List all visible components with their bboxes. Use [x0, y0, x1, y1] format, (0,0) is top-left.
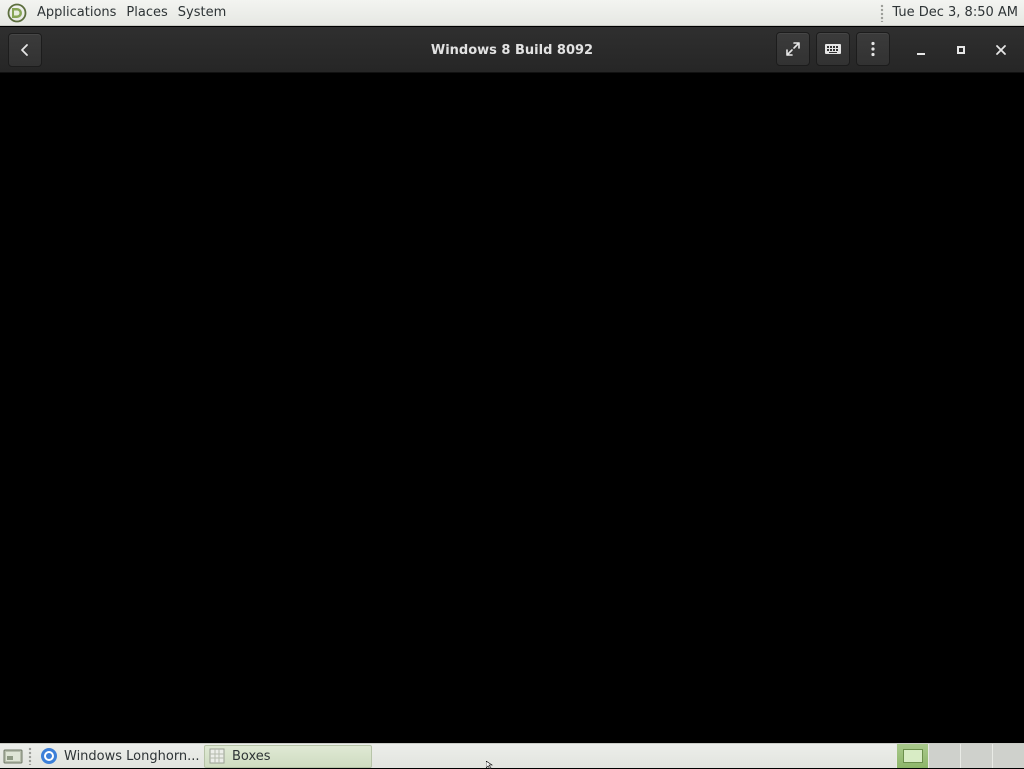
workspace-3[interactable] — [960, 744, 992, 768]
browser-icon — [40, 747, 58, 765]
taskbar-drag-handle[interactable] — [28, 747, 32, 765]
workspace-4[interactable] — [992, 744, 1024, 768]
workspace-switcher — [896, 744, 1024, 768]
boxes-app-icon — [208, 747, 226, 765]
applications-menu[interactable]: Applications — [32, 0, 121, 26]
taskbar-item-label: Boxes — [232, 748, 271, 764]
fullscreen-button[interactable] — [776, 32, 810, 66]
keyboard-button[interactable] — [816, 32, 850, 66]
menu-icon — [871, 41, 875, 57]
show-desktop-button[interactable] — [2, 745, 24, 767]
workspace-window-thumbnail — [902, 749, 923, 763]
back-icon — [21, 44, 28, 56]
taskbar-item-label: Windows Longhorn... — [64, 748, 200, 764]
system-menu[interactable]: System — [173, 0, 231, 26]
vm-display[interactable] — [0, 74, 1024, 743]
workspace-2[interactable] — [928, 744, 960, 768]
menu-button[interactable] — [856, 32, 890, 66]
bottom-panel: Windows Longhorn... Boxes — [0, 743, 1024, 768]
minimize-button[interactable] — [904, 33, 938, 67]
clock[interactable]: Tue Dec 3, 8:50 AM — [892, 5, 1024, 20]
close-icon — [996, 45, 1006, 55]
window-headerbar: Windows 8 Build 8092 — [0, 27, 1024, 73]
workspace-1[interactable] — [896, 744, 928, 768]
places-menu[interactable]: Places — [121, 0, 172, 26]
mate-logo-icon[interactable] — [6, 2, 28, 24]
show-desktop-icon — [3, 749, 23, 764]
minimize-icon — [917, 53, 925, 55]
close-button[interactable] — [984, 33, 1018, 67]
back-button[interactable] — [8, 33, 42, 67]
fullscreen-icon — [786, 42, 800, 56]
maximize-icon — [957, 46, 965, 54]
keyboard-icon — [825, 44, 841, 54]
taskbar-item-boxes[interactable]: Boxes — [204, 744, 372, 768]
maximize-button[interactable] — [944, 33, 978, 67]
taskbar-item-windows-longhorn[interactable]: Windows Longhorn... — [37, 745, 201, 768]
window-title: Windows 8 Build 8092 — [430, 42, 594, 58]
top-panel: Applications Places System Tue Dec 3, 8:… — [0, 0, 1024, 26]
panel-drag-handle[interactable] — [880, 3, 885, 22]
